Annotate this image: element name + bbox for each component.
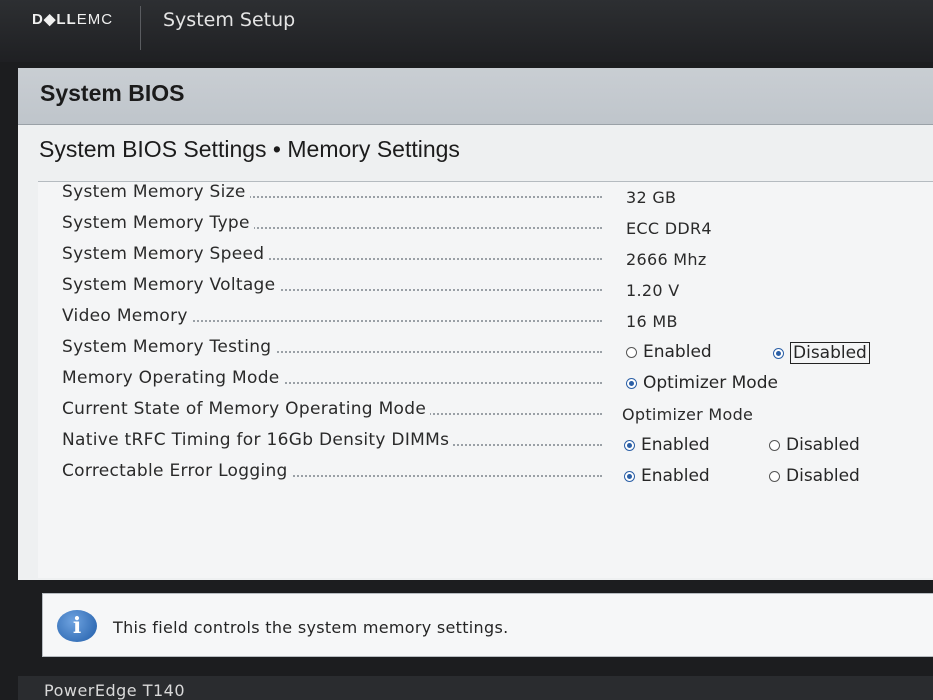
setting-label: Correctable Error Logging	[62, 461, 292, 481]
section-title: System BIOS Settings • Memory Settings	[39, 136, 460, 162]
info-icon: i	[57, 610, 97, 642]
radio-unselected-icon	[769, 470, 780, 482]
setting-row-video-memory: Video Memory 16 MB	[38, 306, 933, 336]
radio-unselected-icon	[626, 346, 637, 358]
setting-row-current-state-operating-mode: Current State of Memory Operating Mode O…	[38, 399, 933, 429]
main-panel: System BIOS System BIOS Settings • Memor…	[18, 68, 933, 580]
setting-row-memory-voltage: System Memory Voltage 1.20 V	[38, 275, 933, 305]
setting-label: System Memory Speed	[62, 244, 269, 264]
radio-error-logging-enabled[interactable]: Enabled	[624, 466, 710, 486]
setting-label: Current State of Memory Operating Mode	[62, 399, 431, 419]
radio-selected-icon	[624, 439, 635, 451]
radio-memory-testing-enabled[interactable]: Enabled	[626, 342, 712, 362]
setting-label: System Memory Voltage	[62, 275, 280, 295]
setting-label: Native tRFC Timing for 16Gb Density DIMM…	[62, 430, 454, 450]
setting-value: 1.20 V	[626, 281, 680, 300]
setting-label: System Memory Testing	[62, 337, 276, 357]
setting-row-memory-size: System Memory Size 32 GB	[38, 182, 933, 212]
help-text: This field controls the system memory se…	[113, 618, 509, 637]
settings-list: System Memory Size 32 GB System Memory T…	[38, 182, 933, 578]
app-title: System Setup	[163, 9, 296, 31]
setting-label: System Memory Size	[62, 182, 250, 202]
radio-optimizer-mode[interactable]: Optimizer Mode	[626, 373, 778, 393]
setting-value: 2666 Mhz	[626, 250, 707, 269]
setting-row-native-trfc: Native tRFC Timing for 16Gb Density DIMM…	[38, 430, 933, 460]
setting-row-correctable-error-logging: Correctable Error Logging Enabled Disabl…	[38, 461, 933, 491]
setting-row-memory-testing: System Memory Testing Enabled Disabled	[38, 337, 933, 367]
setting-value: 16 MB	[626, 312, 678, 331]
setting-row-memory-speed: System Memory Speed 2666 Mhz	[38, 244, 933, 274]
radio-error-logging-disabled[interactable]: Disabled	[769, 466, 860, 486]
setting-value: 32 GB	[626, 188, 677, 207]
setting-label: Memory Operating Mode	[62, 368, 284, 388]
page-title: System BIOS	[40, 80, 185, 106]
dell-emc-logo: D◆LLEMC	[32, 11, 114, 28]
help-panel: i This field controls the system memory …	[42, 593, 933, 657]
setting-label: Video Memory	[62, 306, 192, 326]
focused-option-label: Disabled	[790, 342, 870, 364]
top-bar: D◆LLEMC System Setup	[0, 0, 933, 62]
radio-selected-icon	[773, 347, 784, 359]
setting-row-memory-operating-mode: Memory Operating Mode Optimizer Mode	[38, 368, 933, 398]
radio-trfc-enabled[interactable]: Enabled	[624, 435, 710, 455]
radio-memory-testing-disabled[interactable]: Disabled	[773, 342, 870, 364]
setting-label: System Memory Type	[62, 213, 254, 233]
bottom-bar: PowerEdge T140	[18, 676, 933, 700]
setting-value: Optimizer Mode	[622, 405, 754, 424]
header-divider	[140, 6, 141, 50]
radio-unselected-icon	[769, 439, 780, 451]
radio-selected-icon	[626, 377, 637, 389]
panel-header: System BIOS	[18, 68, 933, 125]
setting-value: ECC DDR4	[626, 219, 712, 238]
server-model: PowerEdge T140	[44, 681, 186, 700]
setting-row-memory-type: System Memory Type ECC DDR4	[38, 213, 933, 243]
radio-selected-icon	[624, 470, 635, 482]
radio-trfc-disabled[interactable]: Disabled	[769, 435, 860, 455]
